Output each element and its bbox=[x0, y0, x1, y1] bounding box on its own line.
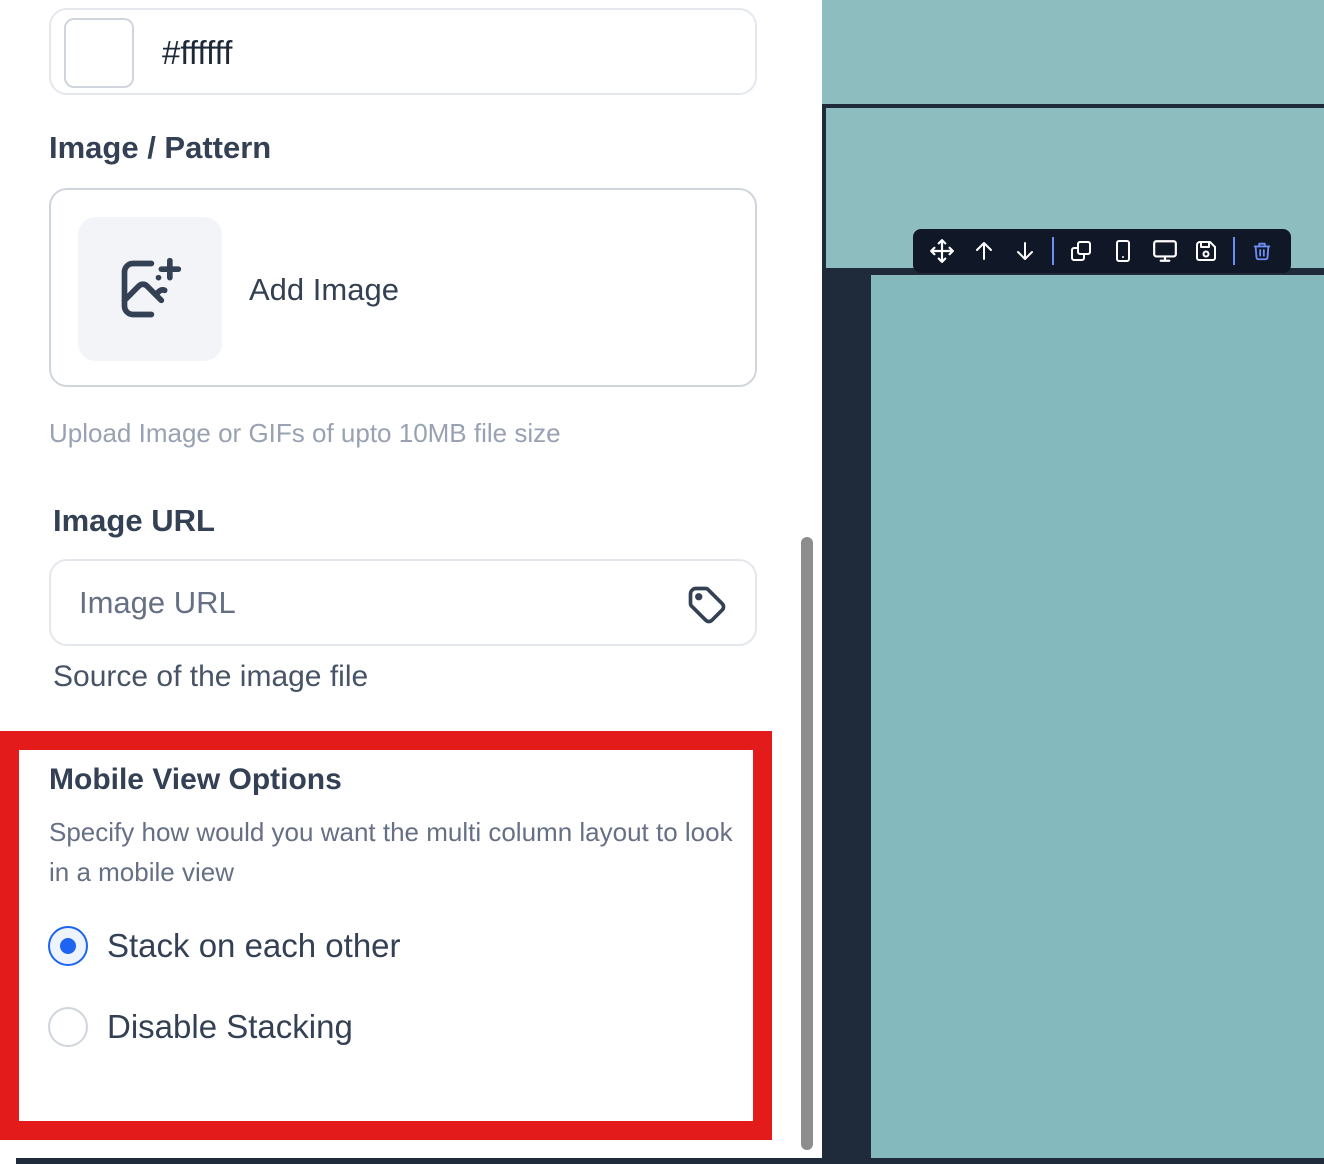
save-icon bbox=[1196, 241, 1217, 261]
section-border-left bbox=[822, 104, 826, 274]
image-url-label: Image URL bbox=[53, 503, 215, 538]
radio-stack-on-each-other[interactable]: Stack on each other bbox=[48, 926, 401, 966]
add-image-dropzone[interactable]: Add Image bbox=[49, 188, 757, 387]
move-up-button[interactable] bbox=[966, 233, 1002, 269]
image-url-input[interactable] bbox=[79, 579, 659, 627]
mobile-icon bbox=[1115, 240, 1130, 262]
radio-label[interactable]: Disable Stacking bbox=[107, 1008, 353, 1046]
radio-button-selected[interactable] bbox=[48, 926, 88, 966]
arrow-up-icon bbox=[975, 242, 992, 260]
element-toolbar bbox=[913, 229, 1291, 273]
radio-disable-stacking[interactable]: Disable Stacking bbox=[48, 1007, 353, 1047]
save-button[interactable] bbox=[1188, 233, 1224, 269]
trash-icon bbox=[1253, 242, 1271, 261]
toolbar-separator bbox=[1233, 237, 1236, 265]
arrow-down-icon bbox=[1017, 242, 1034, 260]
upload-help-text: Upload Image or GIFs of upto 10MB file s… bbox=[49, 418, 561, 448]
background-color-field[interactable]: #ffffff bbox=[49, 8, 757, 95]
row-border-column bbox=[822, 268, 871, 1164]
image-pattern-title: Image / Pattern bbox=[49, 130, 272, 165]
column-preview[interactable] bbox=[871, 276, 1324, 1160]
tag-icon[interactable] bbox=[685, 583, 729, 627]
section-border-top bbox=[822, 104, 1324, 108]
add-image-label[interactable]: Add Image bbox=[249, 272, 399, 308]
add-image-icon-wrap[interactable] bbox=[78, 217, 222, 361]
mobile-view-title: Mobile View Options bbox=[49, 763, 342, 796]
color-swatch[interactable] bbox=[64, 18, 134, 88]
desktop-visibility-button[interactable] bbox=[1147, 233, 1183, 269]
color-value[interactable]: #ffffff bbox=[162, 34, 232, 72]
image-add-icon bbox=[121, 257, 182, 318]
image-url-description: Source of the image file bbox=[53, 660, 369, 693]
move-button[interactable] bbox=[924, 233, 960, 269]
mobile-visibility-button[interactable] bbox=[1105, 233, 1141, 269]
scrollbar-thumb[interactable] bbox=[801, 537, 813, 1150]
radio-button[interactable] bbox=[48, 1007, 88, 1047]
move-down-button[interactable] bbox=[1008, 233, 1044, 269]
bottom-border bbox=[16, 1158, 1324, 1164]
radio-label[interactable]: Stack on each other bbox=[107, 927, 401, 965]
settings-panel: #ffffff Image / Pattern Add Image Upload… bbox=[0, 0, 822, 1164]
toolbar-separator bbox=[1052, 237, 1055, 265]
duplicate-button[interactable] bbox=[1063, 233, 1099, 269]
desktop-icon bbox=[1152, 240, 1177, 262]
mobile-view-description: Specify how would you want the multi col… bbox=[49, 817, 733, 887]
image-url-field[interactable] bbox=[49, 559, 757, 646]
delete-button[interactable] bbox=[1244, 233, 1280, 269]
move-icon bbox=[929, 239, 954, 263]
duplicate-icon bbox=[1071, 241, 1092, 261]
